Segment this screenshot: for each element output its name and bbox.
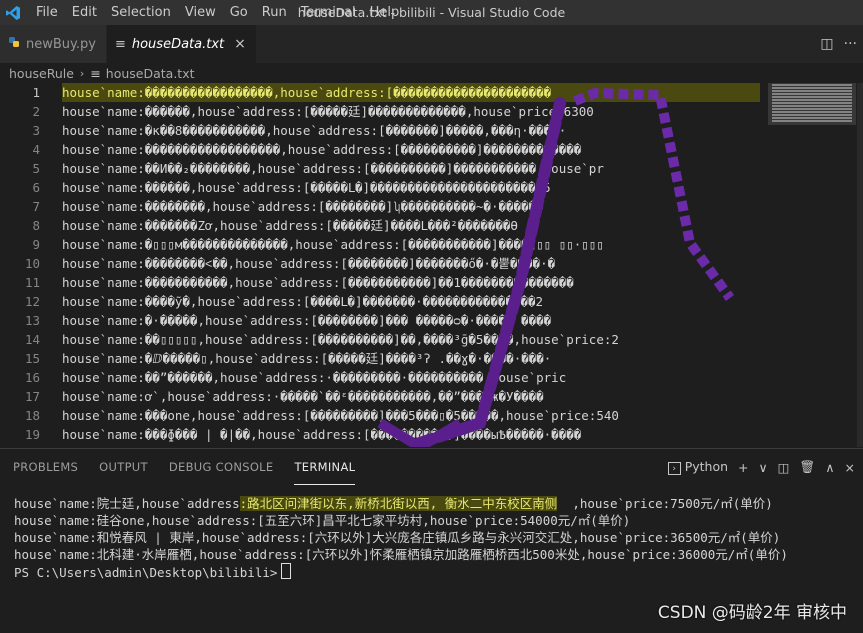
tab-label: newBuy.py	[26, 36, 96, 52]
line-number: 15	[24, 351, 40, 366]
terminal-line: house`name:北科建·水岸雁栖,house`address:[六环以外]…	[14, 547, 788, 562]
more-actions-icon[interactable]: ···	[844, 36, 857, 52]
breadcrumb: houseRule › ≡ houseData.txt	[0, 63, 863, 83]
code-line: house`name:���ɸ��� | �|��,house`address:…	[62, 427, 582, 442]
code-line: house`name:������������������,house`addr…	[62, 142, 582, 157]
tab-newbuy[interactable]: newBuy.py	[0, 25, 107, 63]
tab-output[interactable]: OUTPUT	[99, 449, 148, 485]
line-number: 7	[32, 199, 40, 214]
menu-go[interactable]: Go	[223, 0, 255, 25]
code-line: house`name:�▯▯▯м��������������,house`add…	[62, 237, 604, 252]
line-number: 1	[32, 85, 40, 100]
terminal-line: house`name:和悦春风 | 東岸,house`address:[六环以外…	[14, 530, 781, 545]
split-icon[interactable]: ◫	[778, 460, 790, 475]
text-file-icon: ≡	[114, 36, 126, 52]
terminal-output[interactable]: house`name:院士廷,house`address:路北区问津街以东,新桥…	[14, 495, 854, 581]
panel-tabs: PROBLEMS OUTPUT DEBUG CONSOLE TERMINAL	[0, 449, 363, 485]
code-line: house`name:�������Zơ,house`address:[����…	[62, 218, 518, 233]
line-number: 4	[32, 142, 40, 157]
menu-bar: File Edit Selection View Go Run Terminal…	[26, 0, 406, 25]
minimap[interactable]	[768, 83, 856, 125]
menu-run[interactable]: Run	[255, 0, 294, 25]
breadcrumb-file[interactable]: houseData.txt	[106, 66, 195, 81]
line-number: 11	[24, 275, 40, 290]
code-line: house`name:��”������,house`address:·����…	[62, 370, 567, 385]
code-line: house`name:�·�����,house`address:[������…	[62, 313, 552, 328]
code-line: house`name:��������˂��,house`address:[��…	[62, 256, 556, 271]
code-line: house`name:��������,house`address:[�����…	[62, 199, 544, 214]
close-panel-icon[interactable]: ×	[845, 460, 855, 475]
line-number: 13	[24, 313, 40, 328]
line-number: 6	[32, 180, 40, 195]
code-line: house`name:������,house`address:[�����廷]…	[62, 104, 594, 119]
line-number: 8	[32, 218, 40, 233]
menu-view[interactable]: View	[178, 0, 223, 25]
terminal-shell-selector[interactable]: › Python	[667, 459, 728, 476]
code-line: house`name:����ỹ�,house`address:[����Ⅼ�]…	[62, 294, 544, 309]
breadcrumb-folder[interactable]: houseRule	[9, 66, 74, 81]
tab-terminal[interactable]: TERMINAL	[294, 449, 356, 485]
tab-label: houseData.txt	[131, 36, 225, 52]
line-number: 5	[32, 161, 40, 176]
text-file-icon: ≡	[90, 65, 101, 81]
line-number: 14	[24, 332, 40, 347]
tab-housedata[interactable]: ≡ houseData.txt ×	[106, 25, 257, 63]
line-number: 12	[24, 294, 40, 309]
python-file-icon	[8, 36, 20, 52]
line-number: 17	[24, 389, 40, 404]
line-number: 10	[24, 256, 40, 271]
close-icon[interactable]: ×	[234, 36, 246, 52]
code-line: house`name:ơ`,house`address:·�����`��ᵋ��…	[62, 389, 544, 404]
code-line: house`name:������,house`address:[�����Ⅼ�…	[62, 180, 551, 195]
line-number: 18	[24, 408, 40, 423]
code-line: house`name:��И��₂��������,house`address:…	[62, 161, 604, 176]
code-line: house`name:�ⅅ�����▯,house`address:[�����…	[62, 351, 552, 366]
vertical-scrollbar[interactable]	[857, 83, 863, 447]
chevron-right-icon: ›	[79, 66, 85, 80]
tab-actions: ◫ ···	[820, 25, 857, 63]
title-bar: File Edit Selection View Go Run Terminal…	[0, 0, 863, 25]
line-number: 2	[32, 104, 40, 119]
code-line: house`name:�κ��8�����������,house`addres…	[62, 123, 567, 138]
line-number: 19	[24, 427, 40, 442]
line-number-gutter: 1 2 3 4 5 6 7 8 9 10 11 12 13 14 15 16 1…	[0, 83, 40, 444]
terminal-cursor	[281, 563, 292, 579]
watermark: CSDN @码龄2年 审核中	[657, 603, 847, 623]
menu-help[interactable]: Help	[363, 0, 407, 25]
terminal-selection: :路北区问津街以东,新桥北街以西, 衡水二中东校区南侧	[239, 496, 558, 511]
code-line: house`name:��▯▯▯▯▯,house`address:[������…	[62, 332, 619, 347]
code-line: house`name:�����������������,house`addre…	[62, 83, 760, 102]
line-number: 3	[32, 123, 40, 138]
menu-file[interactable]: File	[26, 0, 65, 25]
menu-edit[interactable]: Edit	[65, 0, 104, 25]
tab-debug-console[interactable]: DEBUG CONSOLE	[169, 449, 274, 485]
editor-area[interactable]: 1 2 3 4 5 6 7 8 9 10 11 12 13 14 15 16 1…	[0, 83, 863, 447]
bottom-panel: PROBLEMS OUTPUT DEBUG CONSOLE TERMINAL ›…	[0, 448, 863, 633]
panel-actions: › Python + ∨ ◫ 🗑 ∧ ×	[667, 449, 855, 485]
terminal-dropdown-icon[interactable]: ∨	[759, 460, 768, 475]
code-lines[interactable]: house`name:�����������������,house`addre…	[62, 83, 760, 444]
terminal-line: house`name:硅谷one,house`address:[五至六环]昌平北…	[14, 513, 631, 528]
code-line: house`name:���one,house`address:[�������…	[62, 408, 619, 423]
terminal-prompt: PS C:\Users\admin\Desktop\bilibili>	[14, 563, 854, 581]
split-editor-icon[interactable]: ◫	[820, 36, 833, 52]
tab-problems[interactable]: PROBLEMS	[13, 449, 78, 485]
terminal-icon: ›	[667, 462, 681, 476]
trash-icon[interactable]: 🗑	[799, 459, 815, 475]
terminal-line: house`name:院士廷,house`address:路北区问津街以东,新桥…	[14, 496, 773, 511]
line-number: 16	[24, 370, 40, 385]
menu-terminal[interactable]: Terminal	[294, 0, 363, 25]
menu-selection[interactable]: Selection	[104, 0, 178, 25]
new-terminal-button[interactable]: +	[738, 460, 748, 475]
editor-tabs: newBuy.py ≡ houseData.txt × ◫ ···	[0, 25, 863, 63]
code-line: house`name:�����������,house`address:[��…	[62, 275, 574, 290]
maximize-panel-icon[interactable]: ∧	[825, 460, 834, 475]
line-number: 9	[32, 237, 40, 252]
vscode-logo-icon	[0, 0, 26, 25]
